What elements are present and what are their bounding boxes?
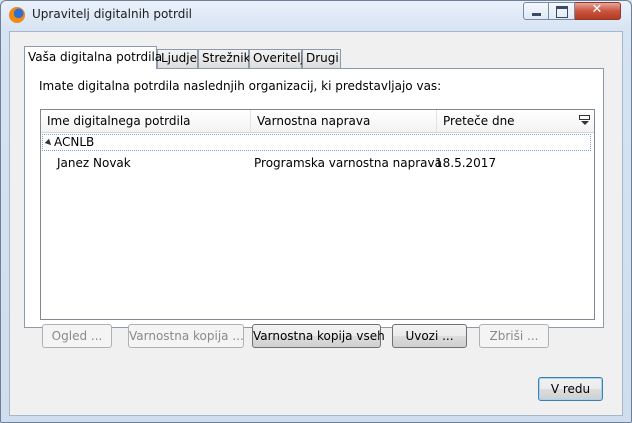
tab-panel: Imate digitalna potrdila naslednjih orga…	[24, 68, 604, 328]
cert-expires: 18.5.2017	[435, 156, 497, 170]
window-title: Upravitelj digitalnih potrdil	[32, 7, 193, 21]
backup-button[interactable]: Varnostna kopija ...	[128, 324, 244, 348]
ok-button[interactable]: V redu	[538, 377, 603, 401]
maximize-button[interactable]	[549, 2, 575, 20]
title-bar[interactable]: Upravitelj digitalnih potrdil ✕	[1, 1, 631, 29]
close-icon: ✕	[591, 2, 603, 17]
import-button[interactable]: Uvozi ...	[392, 324, 467, 348]
delete-button[interactable]: Zbriši ...	[479, 324, 549, 348]
tab-others[interactable]: Drugi	[302, 49, 341, 68]
cert-device: Programska varnostna naprava	[254, 156, 442, 170]
intro-text: Imate digitalna potrdila naslednjih orga…	[39, 79, 442, 93]
cert-name: Janez Novak	[57, 156, 131, 170]
expand-twisty-icon[interactable]	[44, 138, 54, 148]
tab-people[interactable]: Ljudje	[157, 49, 198, 68]
minimize-icon	[532, 13, 541, 16]
group-label: ACNLB	[54, 135, 95, 149]
column-header-expires[interactable]: Preteče dne	[437, 110, 577, 132]
tree-header: Ime digitalnega potrdila Varnostna napra…	[41, 110, 594, 133]
firefox-icon	[9, 7, 25, 23]
column-header-device[interactable]: Varnostna naprava	[251, 110, 437, 132]
table-row[interactable]: Janez Novak Programska varnostna naprava…	[41, 154, 594, 172]
view-button[interactable]: Ogled ...	[42, 324, 112, 348]
tree-group-row[interactable]: ACNLB	[42, 134, 591, 151]
certificate-tree[interactable]: Ime digitalnega potrdila Varnostna napra…	[40, 109, 595, 320]
certificate-manager-window: Upravitelj digitalnih potrdil ✕ Vaša dig…	[0, 0, 632, 423]
close-button[interactable]: ✕	[575, 2, 621, 20]
maximize-icon	[556, 6, 568, 18]
column-header-name[interactable]: Ime digitalnega potrdila	[41, 110, 251, 132]
tab-servers[interactable]: Strežniki	[198, 49, 254, 68]
column-picker-icon[interactable]	[579, 115, 590, 126]
dialog-body: Vaša digitalna potrdila Ljudje Strežniki…	[9, 31, 623, 416]
backup-all-button[interactable]: Varnostna kopija vseh	[252, 324, 385, 348]
minimize-button[interactable]	[523, 2, 549, 20]
tab-authorities[interactable]: Overitelji	[249, 49, 307, 68]
tab-your-certificates[interactable]: Vaša digitalna potrdila	[24, 46, 162, 69]
